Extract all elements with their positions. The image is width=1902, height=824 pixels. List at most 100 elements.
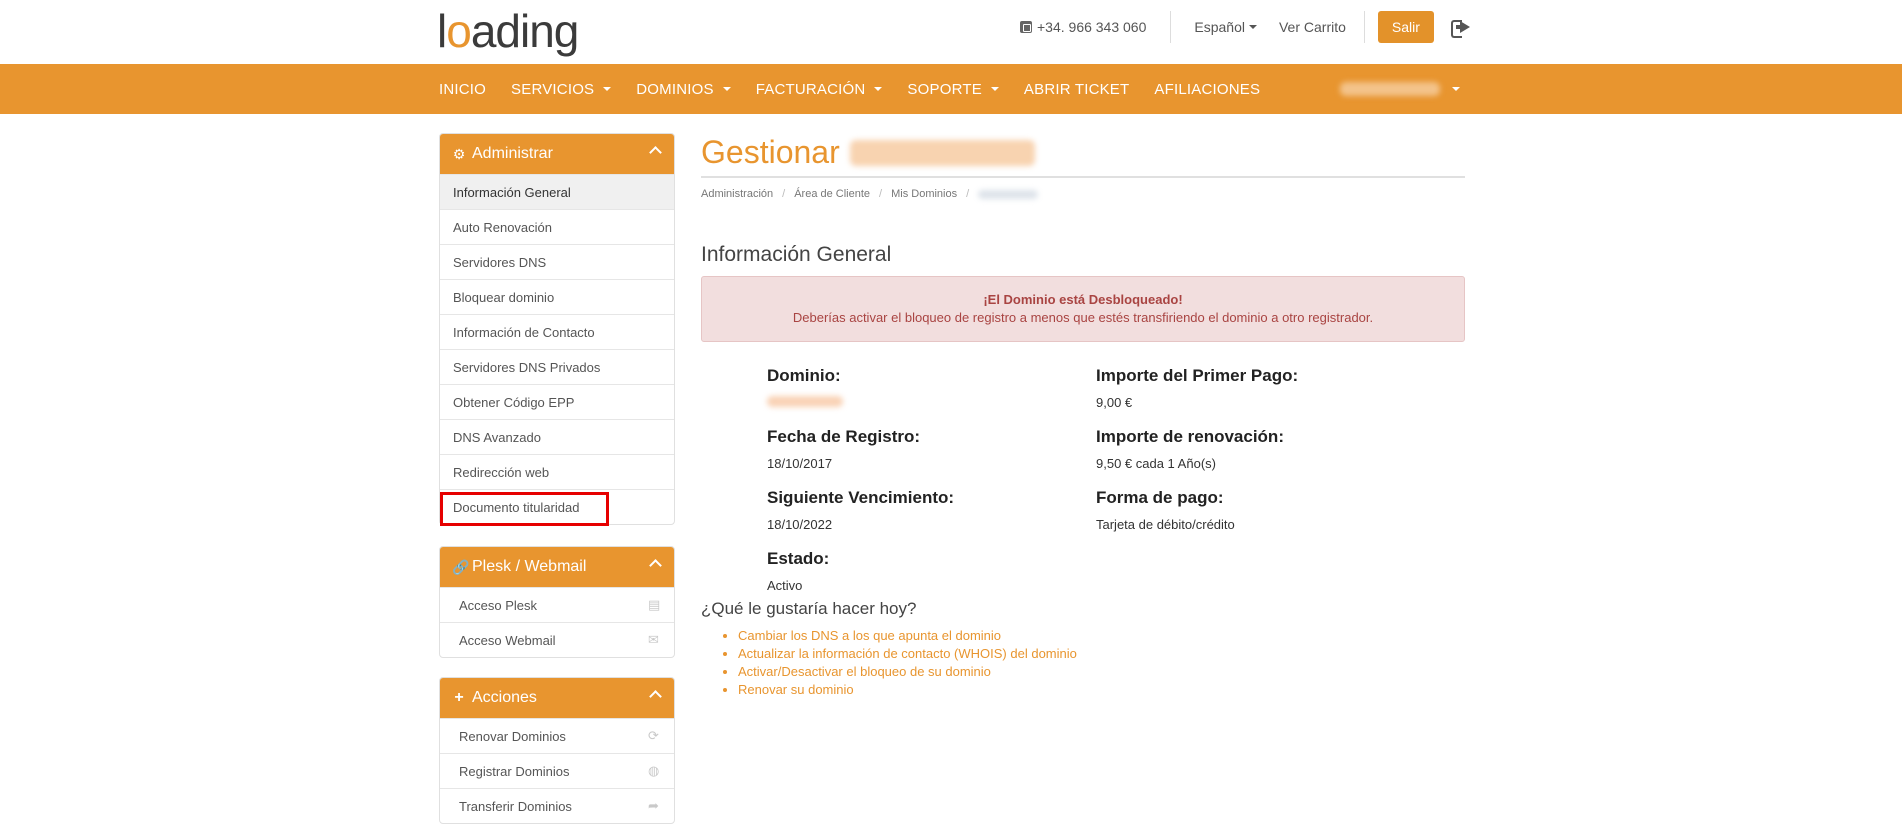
nav-item-soporte[interactable]: SOPORTE [907,80,999,98]
globe-icon: ◍ [648,763,660,778]
envelope-icon: ✉ [648,632,659,647]
nav-item-label: INICIO [439,80,487,98]
breadcrumb-administracion[interactable]: Administración [701,188,773,200]
sidebar-item-8[interactable]: Redirección web [440,454,674,489]
sign-out-icon[interactable] [1450,18,1473,38]
sidebar-item-label: DNS Avanzado [453,429,541,445]
sidebar-item-renovar-dominios[interactable]: Renovar Dominios ⟳ [440,718,674,753]
info-value-forma-pago: Tarjeta de débito/crédito [1096,517,1235,532]
nav-menu: INICIO SERVICIOS DOMINIOS FACTURACIÓN SOPORT… [439,64,1285,114]
nav-item-afiliaciones[interactable]: AFILIACIONES [1154,81,1260,98]
sidebar-item-3[interactable]: Bloquear dominio [440,279,674,314]
acciones-panel-title: Acciones [472,689,537,706]
cart-link[interactable]: Ver Carrito [1279,19,1346,35]
caret-down-icon [1248,25,1257,29]
sidebar-item-1[interactable]: Auto Renovación [440,209,674,244]
phone-contact[interactable]: +34. 966 343 060 [1020,19,1146,35]
sidebar-item-7[interactable]: DNS Avanzado [440,419,674,454]
sidebar-item-transferir-dominios[interactable]: Transferir Dominios ➦ [440,788,674,823]
sidebar-item-label: Redirección web [453,464,550,480]
info-value-dominio [767,395,954,410]
sidebar-item-5[interactable]: Servidores DNS Privados [440,349,674,384]
sidebar-item-label: Servidores DNS [453,254,547,270]
nav-item-inicio[interactable]: INICIO [439,81,486,98]
sidebar-item-0[interactable]: Información General [440,174,674,209]
action-item: Activar/Desactivar el bloqueo de su domi… [738,663,1077,681]
chevron-up-icon[interactable] [649,690,662,703]
info-label-importe-primer-pago: Importe del Primer Pago: [1096,366,1299,385]
info-label-dominio: Dominio: [767,366,841,385]
sidebar-item-acceso-webmail[interactable]: Acceso Webmail ✉ [440,622,674,657]
sidebar-item-label: Obtener Código EPP [453,394,575,410]
loading-logo[interactable]: loading [437,6,579,56]
sidebar-item-4[interactable]: Información de Contacto [440,314,674,349]
sidebar-item-registrar-dominios[interactable]: Registrar Dominios ◍ [440,753,674,788]
nav-item-label: SERVICIOS [511,80,595,98]
info-value-siguiente-vencimiento: 18/10/2022 [767,517,833,532]
account-name-redacted [1340,82,1440,96]
title-divider [701,176,1465,178]
language-selector[interactable]: Español [1194,19,1257,35]
chevron-up-icon[interactable] [649,146,662,159]
sidebar-item-label: Renovar Dominios [459,728,566,744]
action-link[interactable]: Renovar su dominio [738,682,854,697]
page-title-text: Gestionar [701,134,840,170]
section-title: Información General [701,243,892,266]
action-link[interactable]: Actualizar la información de contacto (W… [738,646,1077,661]
sidebar-item-acceso-plesk[interactable]: Acceso Plesk ▤ [440,587,674,622]
acciones-panel-header[interactable]: + Acciones [440,678,674,718]
info-label-fecha-registro: Fecha de Registro: [767,427,921,446]
breadcrumb-domain-redacted [978,189,1039,199]
breadcrumb-area-cliente[interactable]: Área de Cliente [794,188,870,200]
sidebar-item-label: Información de Contacto [453,324,595,340]
caret-down-icon [990,87,999,91]
breadcrumb-separator: / [879,188,883,200]
nav-item-abrir-ticket[interactable]: ABRIR TICKET [1024,81,1129,98]
breadcrumb-separator: / [782,188,786,200]
sidebar-item-6[interactable]: Obtener Código EPP [440,384,674,419]
logout-button[interactable]: Salir [1377,11,1434,43]
action-item: Cambiar los DNS a los que apunta el domi… [738,627,1077,645]
nav-item-label: FACTURACIÓN [755,80,866,98]
divider [1170,11,1172,43]
caret-down-icon [874,87,883,91]
nav-item-label: ABRIR TICKET [1023,80,1130,98]
domain-info-right: Importe del Primer Pago: 9,00 € Importe … [1096,366,1298,549]
caret-down-icon [603,87,612,91]
sidebar-item-label: Bloquear dominio [453,289,555,305]
nav-item-facturación[interactable]: FACTURACIÓN [756,81,883,98]
caret-down-icon [1452,87,1460,91]
sidebar-item-label: Acceso Plesk [459,597,538,613]
account-menu[interactable] [1340,64,1460,114]
action-item: Renovar su dominio [738,681,1077,699]
domain-info-left: Dominio: Fecha de Registro: 18/10/2017 S… [767,366,954,610]
nav-item-label: DOMINIOS [636,80,714,98]
breadcrumb-separator: / [966,188,970,200]
highlight-box [440,492,609,526]
admin-panel-title: Administrar [472,145,553,162]
nav-item-dominios[interactable]: DOMINIOS [636,80,731,98]
plus-icon: + [454,689,464,706]
main-navbar: INICIO SERVICIOS DOMINIOS FACTURACIÓN SOPORT… [0,64,1902,114]
server-icon: ▤ [648,597,661,612]
breadcrumb-mis-dominios[interactable]: Mis Dominios [891,188,957,200]
plesk-panel-title: Plesk / Webmail [472,558,587,575]
nav-item-label: SOPORTE [907,80,982,98]
action-link[interactable]: Activar/Desactivar el bloqueo de su domi… [738,664,991,679]
sidebar-item-label: Registrar Dominios [459,763,570,779]
refresh-icon: ⟳ [648,728,659,743]
top-header: loading +34. 966 343 060 Español Ver Car… [0,0,1902,64]
info-value-estado: Activo [767,578,803,593]
gear-icon: ⚙ [452,145,466,162]
info-label-siguiente-vencimiento: Siguiente Vencimiento: [767,488,955,507]
info-value-importe-primer-pago: 9,00 € [1096,395,1133,410]
sidebar-item-2[interactable]: Servidores DNS [440,244,674,279]
admin-panel-header[interactable]: ⚙ Administrar [440,134,674,174]
chevron-up-icon[interactable] [649,559,662,572]
page-title: Gestionar [701,134,1035,171]
plesk-panel-header[interactable]: 🔗 Plesk / Webmail [440,547,674,587]
sidebar-item-label: Auto Renovación [453,219,553,235]
domain-unlocked-alert: ¡El Dominio está Desbloqueado! Deberías … [701,276,1465,342]
nav-item-servicios[interactable]: SERVICIOS [511,80,612,98]
action-link[interactable]: Cambiar los DNS a los que apunta el domi… [738,628,1001,643]
